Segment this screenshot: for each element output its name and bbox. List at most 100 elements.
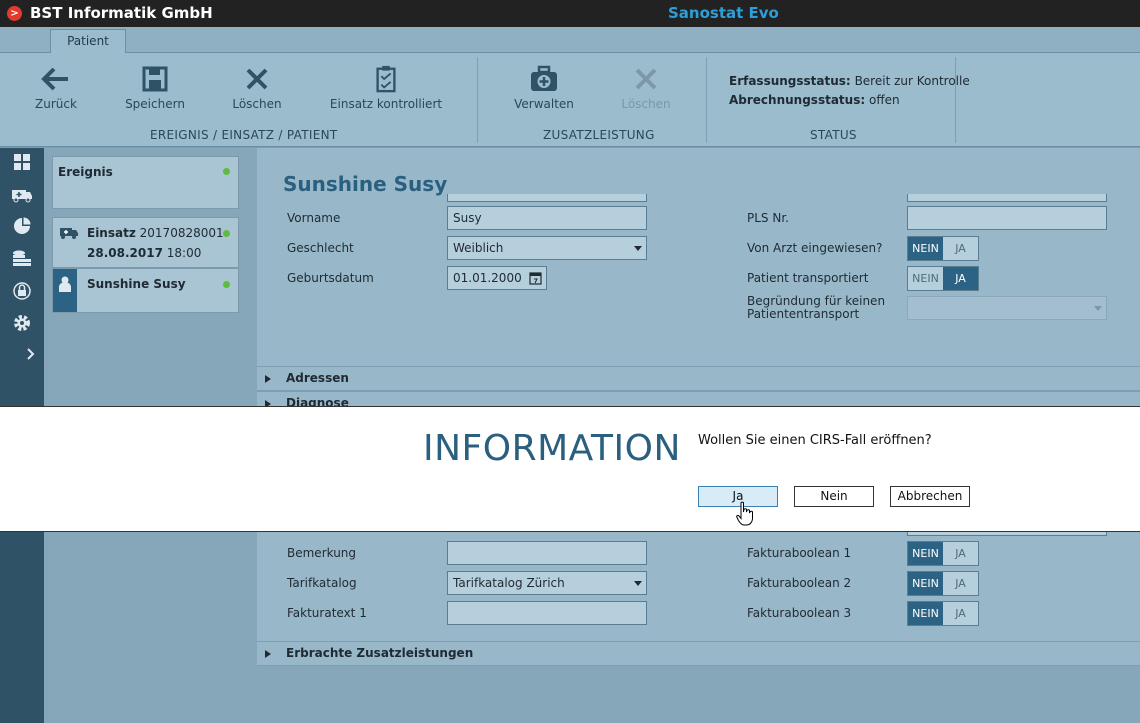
fakturatext-label: Fakturatext 1 xyxy=(287,606,367,620)
geburtsdatum-input[interactable]: 01.01.2000 xyxy=(447,266,547,290)
tree-item-ereignis[interactable]: Ereignis xyxy=(52,156,239,209)
ribbon: Zurück Speichern Löschen Einsatz kontrol… xyxy=(0,53,1140,147)
fakturatext-input[interactable] xyxy=(447,601,647,625)
tree-einsatz-label: Einsatz xyxy=(87,226,136,240)
section-zusatzleistungen[interactable]: Erbrachte Zusatzleistungen xyxy=(257,641,1140,666)
tree-item-einsatz[interactable]: Einsatz 20170828001 28.08.2017 18:00 xyxy=(52,217,239,268)
toggle-nein[interactable]: NEIN xyxy=(908,267,943,290)
medical-kit-icon xyxy=(531,65,557,91)
abrechnung-value: offen xyxy=(868,93,900,107)
section-adressen-label: Adressen xyxy=(286,371,349,385)
scrolled-field xyxy=(907,194,1107,202)
vorname-label: Vorname xyxy=(287,211,341,225)
bool3-label: Fakturaboolean 3 xyxy=(747,606,852,620)
bemerkung-input[interactable] xyxy=(447,541,647,565)
save-icon xyxy=(142,66,168,92)
toggle-nein[interactable]: NEIN xyxy=(908,572,943,595)
tab-patient[interactable]: Patient xyxy=(50,29,126,54)
zusatz-delete-label: Löschen xyxy=(621,97,671,111)
title-bar: > BST Informatik GmbH Sanostat Evo xyxy=(0,0,1140,27)
einsatz-kontrolliert-button[interactable]: Einsatz kontrolliert xyxy=(328,65,444,111)
toggle-ja[interactable]: JA xyxy=(943,602,978,625)
tree-item-patient[interactable]: Sunshine Susy xyxy=(52,268,239,313)
ambulance-icon xyxy=(60,228,78,239)
toggle-ja[interactable]: JA xyxy=(943,542,978,565)
pie-chart-icon[interactable] xyxy=(11,217,33,239)
geburtsdatum-label: Geburtsdatum xyxy=(287,271,374,285)
tree-patient-label: Sunshine Susy xyxy=(87,277,186,291)
person-icon xyxy=(59,276,71,292)
chevron-right-icon[interactable] xyxy=(24,345,38,367)
arrow-left-icon xyxy=(41,67,68,91)
information-dialog: INFORMATION Wollen Sie einen CIRS-Fall e… xyxy=(0,406,1140,532)
arzt-toggle[interactable]: NEIN JA xyxy=(907,236,979,261)
einsatz-kontrolliert-label: Einsatz kontrolliert xyxy=(329,97,443,111)
coins-icon[interactable] xyxy=(11,249,33,271)
erfassung-value: Bereit zur Kontrolle xyxy=(854,74,970,88)
back-button[interactable]: Zurück xyxy=(30,65,82,111)
faktura-form: Bemerkung Tarifkatalog Tarifkatalog Züri… xyxy=(257,524,1140,641)
toggle-ja[interactable]: JA xyxy=(943,572,978,595)
geschlecht-select[interactable]: Weiblich xyxy=(447,236,647,260)
patient-title: Sunshine Susy xyxy=(283,172,448,196)
section-zusatzleistungen-label: Erbrachte Zusatzleistungen xyxy=(286,646,474,660)
transport-toggle[interactable]: NEIN JA xyxy=(907,266,979,291)
calendar-icon[interactable] xyxy=(529,271,542,285)
lock-icon[interactable] xyxy=(11,281,33,303)
tarifkatalog-value: Tarifkatalog Zürich xyxy=(453,576,565,590)
delete-x-icon xyxy=(246,68,268,90)
dialog-title: INFORMATION xyxy=(423,428,681,469)
status-info: Erfassungsstatus: Bereit zur Kontrolle A… xyxy=(729,74,970,112)
transport-label: Patient transportiert xyxy=(747,271,869,285)
toggle-nein[interactable]: NEIN xyxy=(908,542,943,565)
toggle-ja[interactable]: JA xyxy=(943,267,978,290)
clipboard-check-icon xyxy=(376,65,396,93)
expand-triangle-icon xyxy=(265,650,271,658)
zusatz-delete-button[interactable]: Löschen xyxy=(619,65,673,111)
section-adressen[interactable]: Adressen xyxy=(257,366,1140,391)
bool2-toggle[interactable]: NEIN JA xyxy=(907,571,979,596)
tarifkatalog-select[interactable]: Tarifkatalog Zürich xyxy=(447,571,647,595)
verwalten-button[interactable]: Verwalten xyxy=(512,65,576,111)
save-button[interactable]: Speichern xyxy=(124,65,186,111)
bool2-label: Fakturaboolean 2 xyxy=(747,576,852,590)
bool3-toggle[interactable]: NEIN JA xyxy=(907,601,979,626)
delete-button-label: Löschen xyxy=(232,97,282,111)
hand-cursor-icon xyxy=(736,501,753,526)
toggle-nein[interactable]: NEIN xyxy=(908,237,943,260)
chevron-down-icon xyxy=(634,581,642,586)
gear-icon[interactable] xyxy=(11,313,33,335)
toggle-nein[interactable]: NEIN xyxy=(908,602,943,625)
cancel-button[interactable]: Abbrechen xyxy=(890,486,970,507)
tree-einsatz-number: 20170828001 xyxy=(139,226,224,240)
product-name: Sanostat Evo xyxy=(668,4,779,22)
group-label-status: STATUS xyxy=(810,128,857,142)
bool1-toggle[interactable]: NEIN JA xyxy=(907,541,979,566)
status-dot xyxy=(223,168,230,175)
status-dot xyxy=(223,281,230,288)
ribbon-separator xyxy=(477,57,478,143)
vorname-input[interactable]: Susy xyxy=(447,206,647,230)
tree-einsatz-time: 18:00 xyxy=(166,246,202,260)
back-button-label: Zurück xyxy=(35,97,77,111)
delete-button[interactable]: Löschen xyxy=(230,65,284,111)
begruendung-select[interactable] xyxy=(907,296,1107,320)
no-button[interactable]: Nein xyxy=(794,486,874,507)
arzt-label: Von Arzt eingewiesen? xyxy=(747,241,883,255)
begruendung-label: Begründung für keinen Patiententransport xyxy=(747,295,885,321)
pls-label: PLS Nr. xyxy=(747,211,789,225)
company-name: BST Informatik GmbH xyxy=(30,4,213,22)
bool1-label: Fakturaboolean 1 xyxy=(747,546,852,560)
erfassung-label: Erfassungsstatus: xyxy=(729,74,851,88)
tab-bar: Patient xyxy=(0,27,1140,54)
ambulance-icon[interactable] xyxy=(11,185,33,207)
dashboard-icon[interactable] xyxy=(11,153,33,175)
toggle-ja[interactable]: JA xyxy=(943,237,978,260)
verwalten-button-label: Verwalten xyxy=(514,97,574,111)
tree-einsatz-date: 28.08.2017 xyxy=(87,246,163,260)
tree-ereignis-label: Ereignis xyxy=(58,165,113,179)
expand-triangle-icon xyxy=(265,375,271,383)
pls-input[interactable] xyxy=(907,206,1107,230)
tarifkatalog-label: Tarifkatalog xyxy=(287,576,357,590)
save-button-label: Speichern xyxy=(125,97,185,111)
